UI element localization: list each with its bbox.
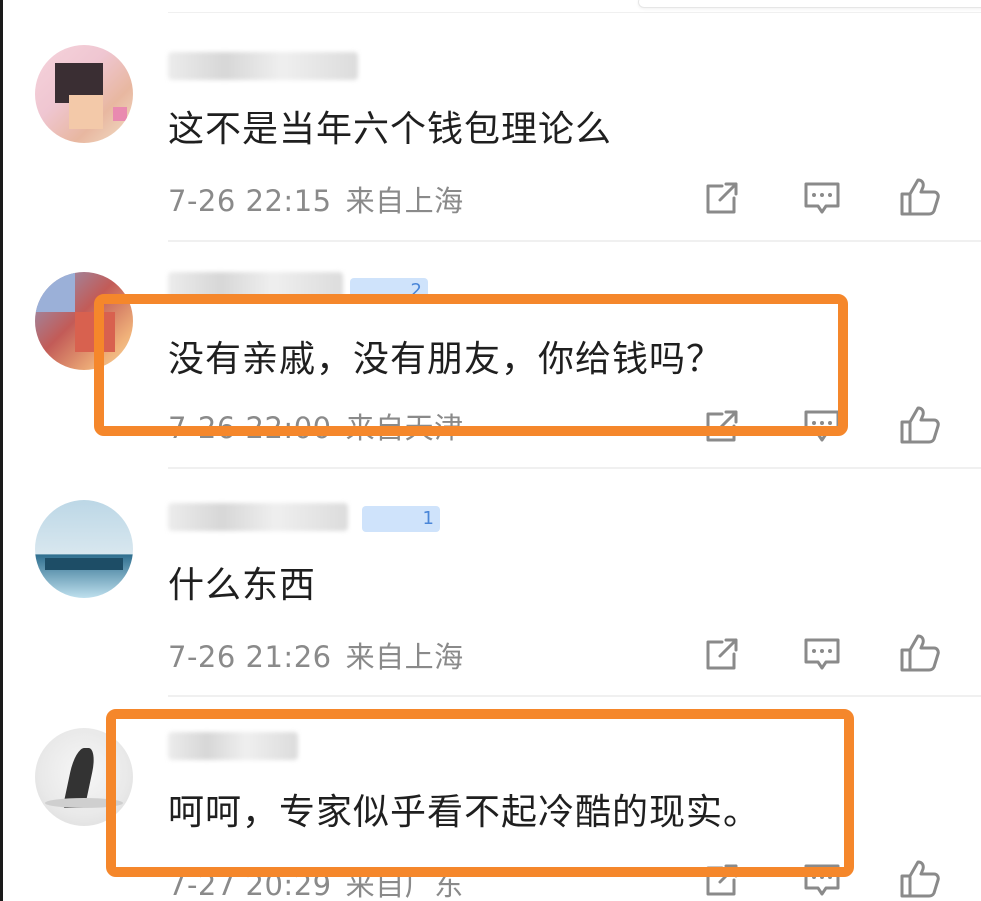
comment-date: 7-26 22:15 <box>168 184 332 218</box>
fan-badge: 1 <box>362 506 440 532</box>
username-blurred[interactable] <box>168 732 298 760</box>
top-card-edge <box>638 0 981 8</box>
comment-meta: 7-26 21:26 来自上海 <box>168 634 464 676</box>
comment-list-page: 这不是当年六个钱包理论么 7-26 22:15 来自上海 2 没有亲戚，没有朋友，… <box>0 0 981 901</box>
reply-icon[interactable] <box>800 404 844 448</box>
like-icon[interactable] <box>898 402 942 446</box>
comment-meta: 7-27 20:29 来自广东 <box>168 862 464 901</box>
divider <box>168 12 981 13</box>
reply-icon[interactable] <box>800 632 844 676</box>
comment-location: 来自上海 <box>345 640 464 674</box>
reply-icon[interactable] <box>800 176 844 220</box>
comment-location: 来自天津 <box>345 411 464 445</box>
comment-location: 来自上海 <box>345 184 464 218</box>
divider <box>168 240 981 242</box>
avatar[interactable] <box>35 500 133 598</box>
share-icon[interactable] <box>700 404 744 448</box>
comment-date: 7-26 21:26 <box>168 640 332 674</box>
avatar[interactable] <box>35 45 133 143</box>
reply-icon[interactable] <box>800 858 844 901</box>
comment-text: 没有亲戚，没有朋友，你给钱吗？ <box>168 339 724 380</box>
comment-date: 7-27 20:29 <box>168 868 332 901</box>
comment-location: 来自广东 <box>345 868 464 901</box>
like-icon[interactable] <box>898 856 942 900</box>
share-icon[interactable] <box>700 632 744 676</box>
like-icon[interactable] <box>898 630 942 674</box>
username-blurred[interactable] <box>168 52 358 80</box>
left-edge-divider <box>0 0 3 901</box>
share-icon[interactable] <box>700 858 744 901</box>
fan-badge: 2 <box>350 278 428 304</box>
comment-text: 这不是当年六个钱包理论么 <box>168 109 613 150</box>
username-blurred[interactable] <box>168 272 343 300</box>
like-icon[interactable] <box>898 174 942 218</box>
comment-meta: 7-26 22:00 来自天津 <box>168 405 464 447</box>
comment-date: 7-26 22:00 <box>168 411 332 445</box>
share-icon[interactable] <box>700 176 744 220</box>
divider <box>168 695 981 697</box>
divider <box>168 467 981 469</box>
comment-text: 呵呵，专家似乎看不起冷酷的现实。 <box>168 792 761 833</box>
comment-text: 什么东西 <box>168 565 317 606</box>
avatar[interactable] <box>35 272 133 370</box>
username-blurred[interactable] <box>168 503 348 531</box>
comment-meta: 7-26 22:15 来自上海 <box>168 178 464 220</box>
avatar[interactable] <box>35 728 133 826</box>
